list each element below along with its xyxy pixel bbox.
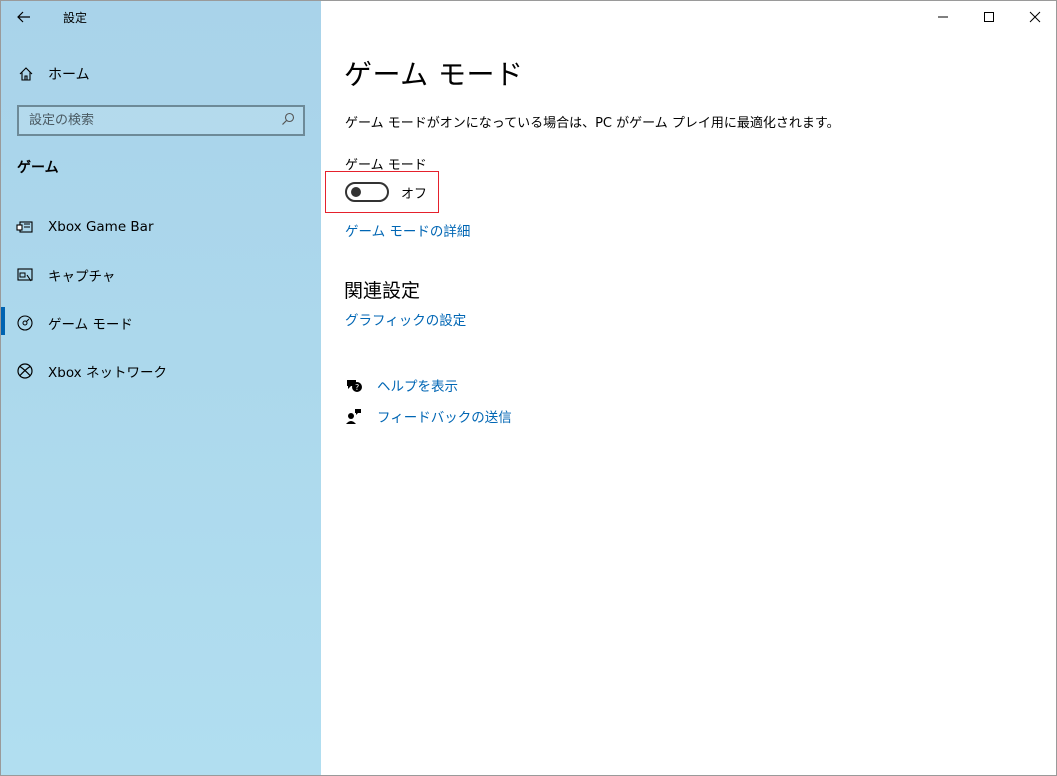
window-controls: [920, 1, 1056, 33]
sidebar-item-capture[interactable]: キャプチャ: [1, 251, 321, 299]
search-box[interactable]: [17, 105, 305, 136]
sidebar: 設定 ホーム ゲーム: [1, 1, 321, 775]
maximize-icon: [984, 12, 994, 22]
sidebar-item-label: ゲーム モード: [48, 317, 133, 333]
nav-home-label: ホーム: [48, 67, 90, 83]
game-mode-icon: [16, 314, 34, 332]
sidebar-item-game-mode[interactable]: ゲーム モード: [1, 299, 321, 347]
game-mode-toggle-row: オフ: [345, 182, 427, 202]
page-title: ゲーム モード: [344, 58, 524, 91]
toggle-knob: [351, 187, 361, 197]
graphics-settings-link[interactable]: グラフィックの設定: [345, 309, 466, 329]
page-description: ゲーム モードがオンになっている場合は、PC がゲーム プレイ用に最適化されます…: [345, 116, 840, 131]
maximize-button[interactable]: [966, 1, 1012, 33]
active-indicator: [1, 307, 5, 335]
main-content: ゲーム モード ゲーム モードがオンになっている場合は、PC がゲーム プレイ用…: [321, 1, 1056, 775]
sidebar-item-label: Xbox Game Bar: [48, 219, 154, 235]
xbox-icon: [16, 362, 34, 380]
sidebar-item-xbox-network[interactable]: Xbox ネットワーク: [1, 347, 321, 395]
search-icon[interactable]: [281, 111, 295, 130]
section-heading-gaming: ゲーム: [17, 160, 59, 176]
minimize-icon: [938, 16, 948, 18]
nav-home[interactable]: ホーム: [1, 57, 321, 91]
title-bar-left: 設定: [1, 1, 321, 33]
xbox-game-bar-icon: [16, 218, 34, 236]
send-feedback-link[interactable]: フィードバックの送信: [377, 406, 512, 426]
toggle-state-text: オフ: [401, 186, 428, 202]
app-title: 設定: [63, 10, 88, 25]
feedback-row[interactable]: フィードバックの送信: [345, 406, 512, 426]
home-icon: [18, 66, 34, 82]
game-mode-toggle[interactable]: [345, 182, 389, 202]
sidebar-item-label: Xbox ネットワーク: [48, 365, 167, 381]
feedback-icon: [345, 407, 363, 425]
svg-text:?: ?: [355, 383, 359, 392]
back-arrow-icon: [17, 11, 30, 23]
close-icon: [1029, 11, 1041, 23]
capture-icon: [16, 266, 34, 284]
related-settings-heading: 関連設定: [344, 280, 421, 302]
search-input[interactable]: [29, 113, 269, 128]
nav-list: Xbox Game Bar キャプチャ ゲーム モード Xbox ネットワーク: [1, 203, 321, 395]
sidebar-item-xbox-game-bar[interactable]: Xbox Game Bar: [1, 203, 321, 251]
help-chat-icon: ?: [345, 376, 363, 394]
get-help-row[interactable]: ? ヘルプを表示: [345, 375, 458, 395]
get-help-link[interactable]: ヘルプを表示: [377, 375, 458, 395]
back-button[interactable]: [1, 1, 47, 33]
close-button[interactable]: [1012, 1, 1056, 33]
sidebar-item-label: キャプチャ: [48, 269, 116, 285]
settings-window: 設定 ホーム ゲーム: [0, 0, 1057, 776]
game-mode-details-link[interactable]: ゲーム モードの詳細: [345, 220, 470, 240]
minimize-button[interactable]: [920, 1, 966, 33]
